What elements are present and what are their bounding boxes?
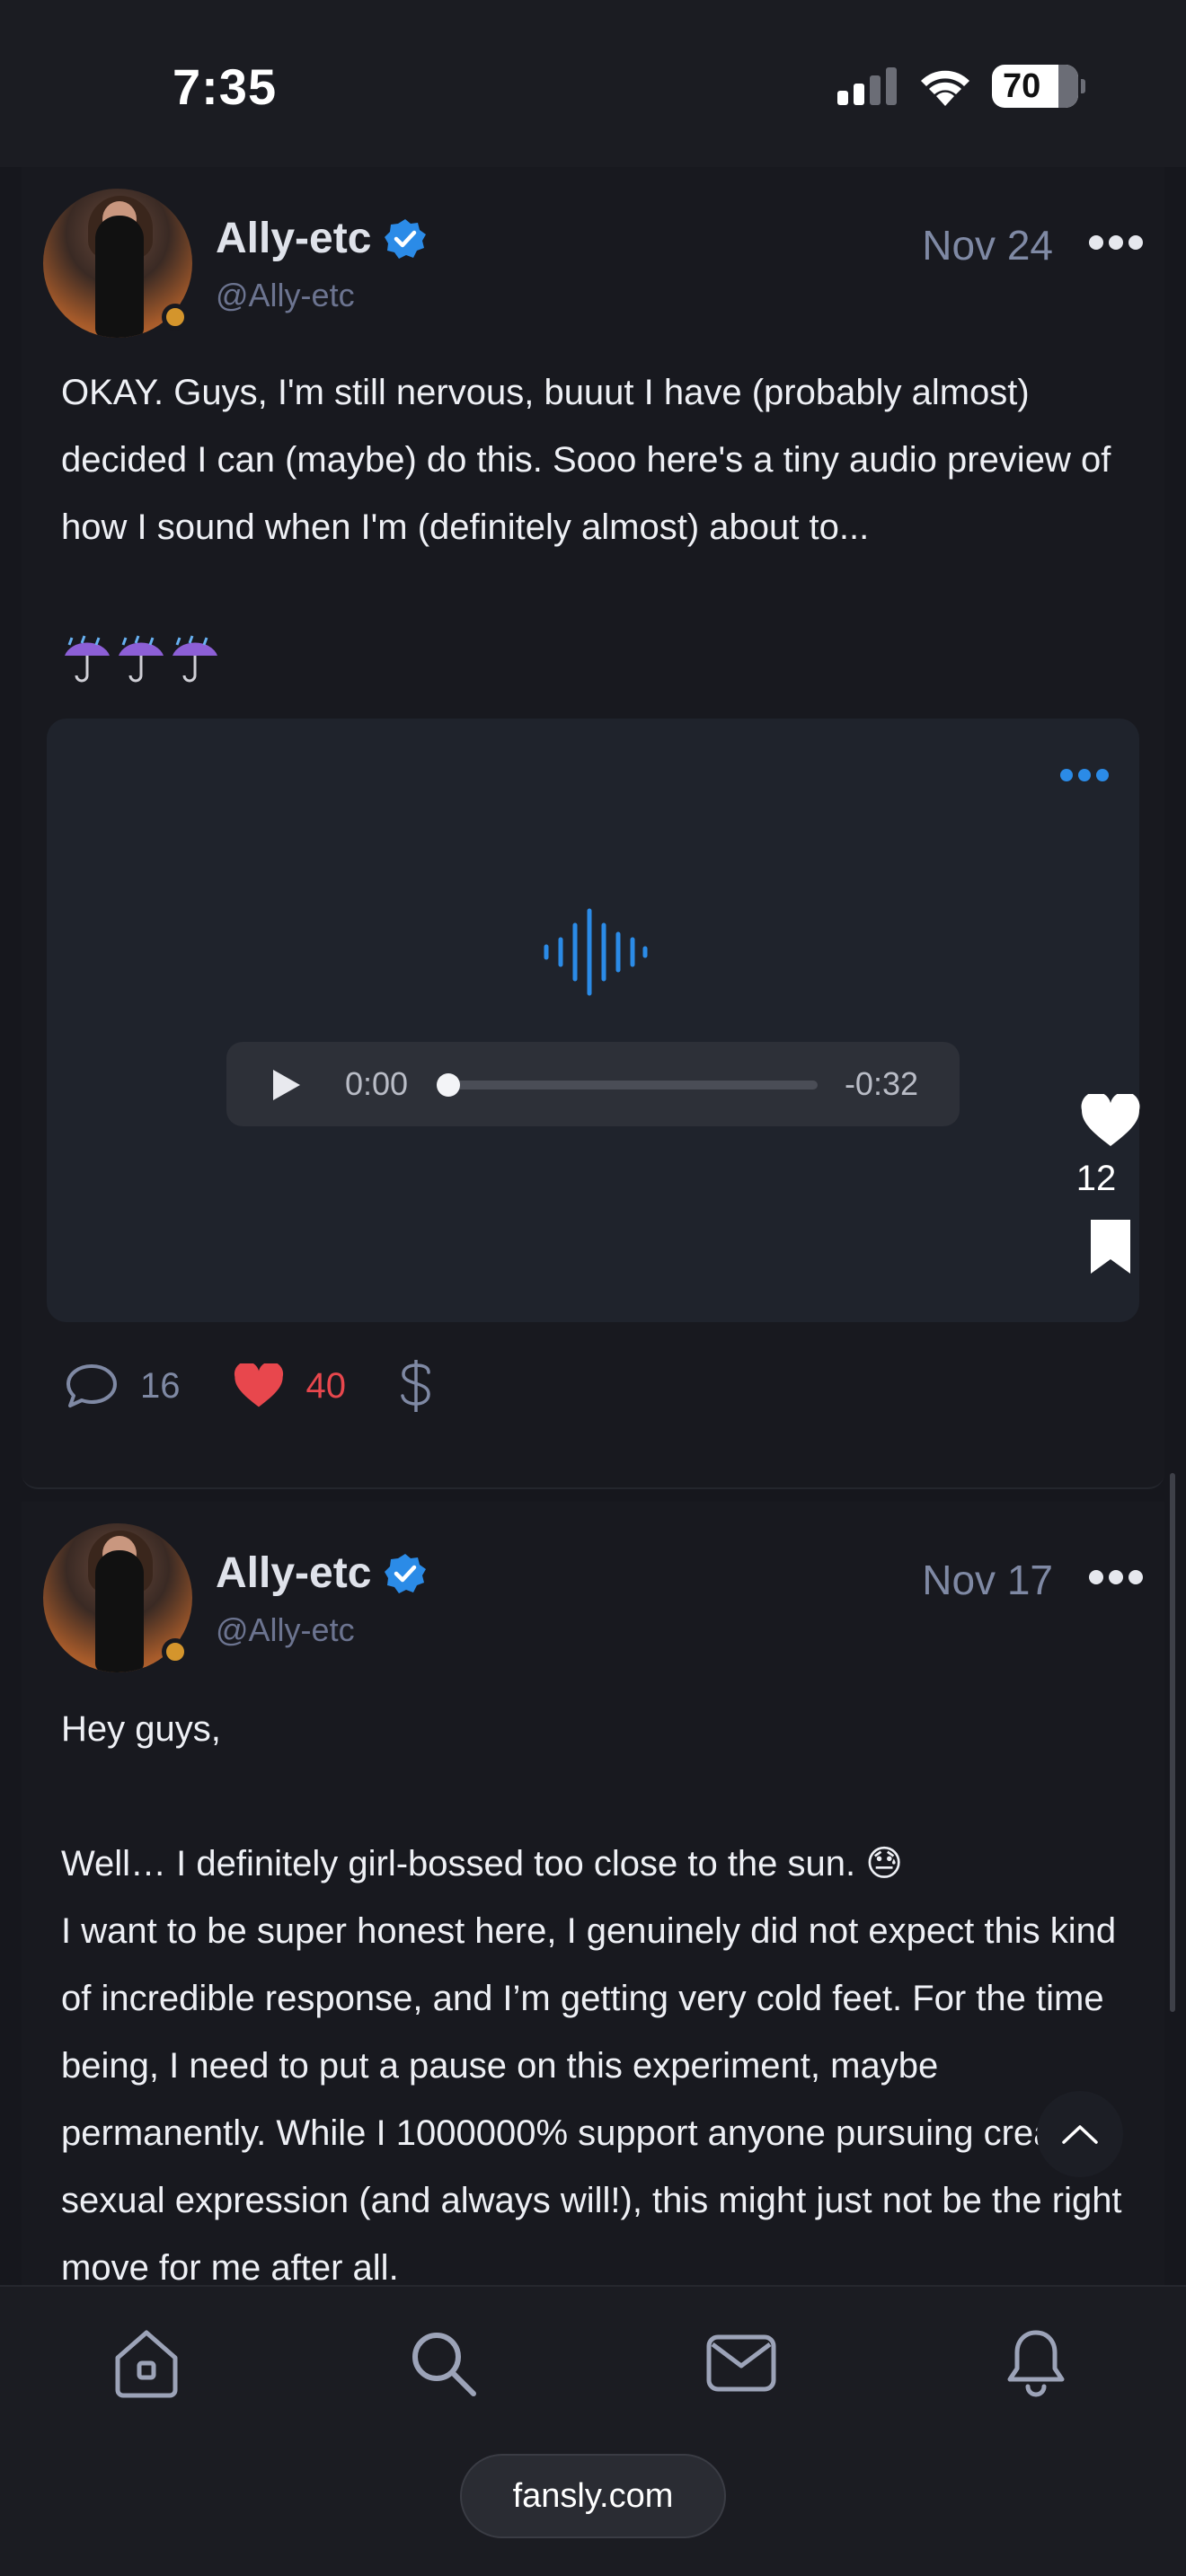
bottom-navigation: fansly.com [0,2285,1186,2576]
comment-count: 16 [140,1365,181,1406]
post-text: OKAY. Guys, I'm still nervous, buuut I h… [61,373,1121,547]
author-handle[interactable]: @Ally-etc [216,277,355,314]
bookmark-icon[interactable] [1089,1218,1132,1275]
author-handle[interactable]: @Ally-etc [216,1611,355,1649]
scroll-to-top-button[interactable] [1037,2091,1123,2177]
wifi-icon [921,70,969,106]
online-status-dot [162,304,189,331]
verified-badge-icon [385,218,427,259]
audio-media-card[interactable]: 0:00 -0:32 12 [47,719,1141,1322]
cellular-signal-icon [837,67,897,105]
search-icon [412,2333,476,2396]
battery-icon: 70 [992,65,1085,108]
post-more-options-icon[interactable] [1089,235,1143,253]
online-status-dot [162,1638,189,1665]
author-display-name[interactable]: Ally-etc [216,214,371,263]
post-date[interactable]: Nov 24 [922,221,1053,269]
like-count: 40 [305,1365,347,1406]
post-actions: 16 40 [65,1354,486,1417]
author-display-name[interactable]: Ally-etc [216,1548,371,1598]
media-like-count: 12 [1075,1159,1117,1198]
like-button[interactable]: 40 [233,1363,347,1408]
umbrella-rain-icon [65,635,217,683]
audio-progress-track[interactable] [440,1081,818,1090]
audio-progress-knob[interactable] [437,1073,460,1097]
status-icons: 70 [837,63,1085,110]
comments-button[interactable]: 16 [65,1363,181,1409]
status-bar: 7:35 70 [0,0,1186,167]
feed-scrollbar[interactable] [1170,1473,1175,2012]
nav-search[interactable] [403,2323,483,2404]
nav-messages[interactable] [701,2323,782,2404]
media-like-heart-icon[interactable] [1080,1094,1141,1148]
audio-waveform-icon [544,908,648,996]
home-icon [115,2330,178,2398]
audio-time-remaining: -0:32 [844,1065,918,1102]
media-more-options-icon[interactable] [1060,769,1109,783]
chevron-up-icon [1062,2125,1098,2144]
battery-level: 70 [1003,66,1041,105]
author-name-row[interactable]: Ally-etc [216,1548,427,1598]
post-date[interactable]: Nov 17 [922,1556,1053,1604]
verified-badge-icon [385,1553,427,1593]
feed[interactable]: Ally-etc @Ally-etc Nov 24 OKAY. Guys, I'… [0,167,1186,2285]
audio-player[interactable]: 0:00 -0:32 [226,1042,960,1126]
umbrella-emoji-row: ☔☔☔ [61,634,226,684]
comment-icon [66,1364,117,1407]
browser-url-pill[interactable]: fansly.com [460,2454,726,2538]
messages-icon [706,2334,776,2392]
notifications-icon [1007,2330,1065,2397]
post: Ally-etc @Ally-etc Nov 17 Hey guys, Well… [22,1502,1164,2285]
tip-button[interactable] [398,1358,434,1414]
heart-icon [234,1363,283,1407]
dollar-icon [401,1360,430,1412]
author-name-row[interactable]: Ally-etc [216,214,427,263]
post: Ally-etc @Ally-etc Nov 24 OKAY. Guys, I'… [22,167,1164,1489]
play-icon[interactable] [268,1067,304,1103]
status-time: 7:35 [173,58,278,115]
post-text: Hey guys, Well… I definitely girl-bossed… [61,1709,1122,2285]
post-more-options-icon[interactable] [1089,1570,1143,1588]
nav-notifications[interactable] [996,2323,1076,2404]
audio-time-elapsed: 0:00 [345,1065,409,1102]
nav-home[interactable] [106,2323,187,2404]
